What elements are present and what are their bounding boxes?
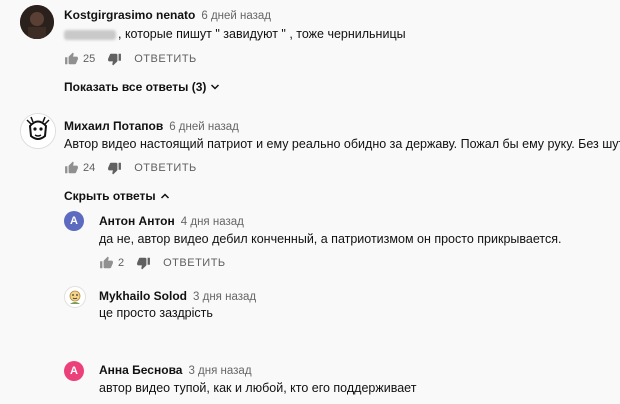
chevron-up-icon	[160, 193, 169, 199]
avatar-image-icon	[69, 290, 81, 304]
reply-button[interactable]: ОТВЕТИТЬ	[163, 257, 226, 269]
comment-actions: 25 ОТВЕТИТЬ	[64, 52, 197, 66]
reply-time[interactable]: 3 дня назад	[188, 365, 251, 377]
thumbs-down-icon[interactable]	[136, 256, 151, 270]
hide-replies-label: Скрыть ответы	[64, 189, 156, 203]
thumbs-up-icon[interactable]	[64, 161, 79, 175]
reply-text: автор видео тупой, как и любой, кто его …	[99, 381, 417, 395]
show-replies-label: Показать все ответы (3)	[64, 80, 207, 94]
comment-actions: 24 ОТВЕТИТЬ	[64, 161, 197, 175]
avatar[interactable]: A	[64, 361, 84, 381]
avatar[interactable]	[20, 5, 54, 39]
thumbs-up-icon[interactable]	[99, 256, 114, 270]
avatar-letter: A	[70, 215, 78, 227]
comment-author[interactable]: Михаил Потапов	[64, 119, 163, 133]
comment-text-content: , которые пишут " завидуют " , тоже черн…	[118, 27, 406, 41]
hide-replies-button[interactable]: Скрыть ответы	[64, 189, 171, 203]
like-count: 24	[83, 162, 96, 174]
reply-time[interactable]: 3 дня назад	[193, 291, 256, 303]
reply-author[interactable]: Mykhailo Solod	[99, 289, 187, 303]
comment-text: , которые пишут " завидуют " , тоже черн…	[64, 27, 406, 41]
avatar[interactable]: A	[64, 211, 84, 231]
comment-time[interactable]: 6 дней назад	[169, 121, 239, 133]
reply-time[interactable]: 4 дня назад	[181, 216, 244, 228]
reply-author[interactable]: Антон Антон	[99, 214, 175, 228]
reply-header: Анна Беснова 3 дня назад	[99, 361, 252, 379]
reply-header: Антон Антон 4 дня назад	[99, 212, 244, 230]
comment-time[interactable]: 6 дней назад	[201, 10, 271, 22]
thumbs-down-icon[interactable]	[107, 161, 122, 175]
avatar[interactable]	[20, 113, 56, 149]
reply-header: Mykhailo Solod 3 дня назад	[99, 287, 256, 305]
reply-author[interactable]: Анна Беснова	[99, 363, 182, 377]
avatar-image-icon	[20, 5, 54, 39]
thumbs-up-icon[interactable]	[64, 52, 79, 66]
avatar-letter: A	[70, 365, 78, 377]
reply-button[interactable]: ОТВЕТИТЬ	[134, 162, 197, 174]
avatar-image-icon	[21, 114, 55, 148]
avatar[interactable]	[64, 286, 86, 308]
comment-header: Михаил Потапов 6 дней назад	[64, 117, 239, 135]
like-count: 25	[83, 53, 96, 65]
show-replies-button[interactable]: Показать все ответы (3)	[64, 80, 221, 94]
comment-text: Автор видео настоящий патриот и ему реал…	[64, 137, 620, 151]
comment-header: Kostgirgrasimo nenato 6 дней назад	[64, 6, 271, 24]
reply-text: да не, автор видео дебил конченный, а па…	[99, 232, 562, 246]
comment-author[interactable]: Kostgirgrasimo nenato	[64, 8, 195, 22]
redacted-text	[64, 29, 116, 40]
reply-text: це просто заздрість	[99, 306, 213, 320]
like-count: 2	[118, 257, 125, 269]
thumbs-down-icon[interactable]	[107, 52, 122, 66]
reply-actions: 2 ОТВЕТИТЬ	[99, 256, 226, 270]
reply-button[interactable]: ОТВЕТИТЬ	[134, 53, 197, 65]
chevron-down-icon	[211, 84, 220, 90]
